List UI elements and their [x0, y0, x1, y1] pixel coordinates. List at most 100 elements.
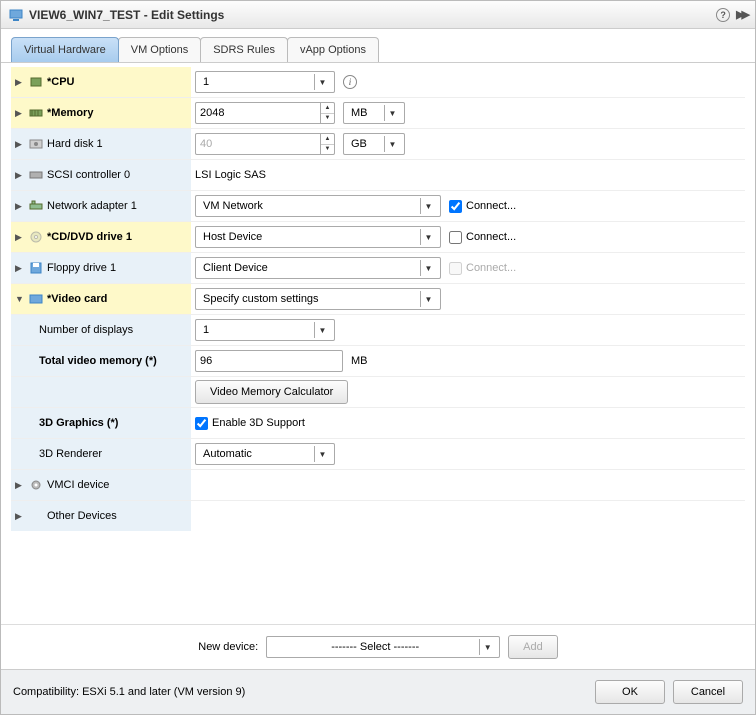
- tab-virtual-hardware[interactable]: Virtual Hardware: [11, 37, 119, 62]
- row-3dgraphics: 3D Graphics (*) Enable 3D Support: [11, 408, 745, 439]
- tab-sdrs-rules[interactable]: SDRS Rules: [200, 37, 288, 62]
- video-select[interactable]: Specify custom settings ▼: [195, 288, 441, 310]
- expander-vmci[interactable]: ▶: [15, 480, 25, 491]
- expander-scsi[interactable]: ▶: [15, 170, 25, 181]
- value-network: VM Network ▼ Connect...: [191, 195, 745, 217]
- spin-down-icon[interactable]: ▼: [321, 114, 334, 124]
- cancel-button[interactable]: Cancel: [673, 680, 743, 704]
- spin-up-icon[interactable]: ▲: [321, 134, 334, 145]
- expander-memory[interactable]: ▶: [15, 108, 25, 119]
- label-cpu: *CPU: [47, 76, 75, 88]
- harddisk-input[interactable]: [196, 136, 320, 152]
- label-harddisk-cell: ▶ Hard disk 1: [11, 129, 191, 159]
- row-other: ▶ Other Devices: [11, 501, 745, 531]
- label-other-cell: ▶ Other Devices: [11, 501, 191, 531]
- expander-network[interactable]: ▶: [15, 201, 25, 212]
- renderer-select[interactable]: Automatic ▼: [195, 443, 335, 465]
- harddisk-unit-select[interactable]: GB ▼: [343, 133, 405, 155]
- value-cddvd: Host Device ▼ Connect...: [191, 226, 745, 248]
- chevron-down-icon: ▼: [314, 322, 330, 338]
- add-button[interactable]: Add: [508, 635, 558, 659]
- spin-down-icon[interactable]: ▼: [321, 145, 334, 155]
- info-icon[interactable]: i: [343, 75, 357, 89]
- expander-harddisk[interactable]: ▶: [15, 139, 25, 150]
- expand-icon[interactable]: ▶▶: [736, 8, 747, 21]
- new-device-bar: New device: ------- Select ------- ▼ Add: [1, 624, 755, 669]
- settings-content: ▶ *CPU 1 ▼ i ▶ *Memory ▲: [1, 63, 755, 624]
- videomem-unit: MB: [351, 355, 368, 367]
- tabs: Virtual Hardware VM Options SDRS Rules v…: [1, 29, 755, 63]
- row-network: ▶ Network adapter 1 VM Network ▼ Connect…: [11, 191, 745, 222]
- tab-vm-options[interactable]: VM Options: [118, 37, 201, 62]
- footer-bar: Compatibility: ESXi 5.1 and later (VM ve…: [1, 669, 755, 714]
- expander-cpu[interactable]: ▶: [15, 77, 25, 88]
- row-calc: Video Memory Calculator: [11, 377, 745, 408]
- edit-settings-dialog: VIEW6_WIN7_TEST - Edit Settings ? ▶▶ Vir…: [0, 0, 756, 715]
- value-floppy: Client Device ▼ Connect...: [191, 257, 745, 279]
- cd-icon: [29, 231, 43, 243]
- video-icon: [29, 293, 43, 305]
- network-connect-input[interactable]: [449, 200, 462, 213]
- value-3dgraphics: Enable 3D Support: [191, 417, 745, 430]
- displays-select[interactable]: 1 ▼: [195, 319, 335, 341]
- label-cpu-cell: ▶ *CPU: [11, 67, 191, 97]
- row-videomem: Total video memory (*) MB: [11, 346, 745, 377]
- videomem-input[interactable]: [195, 350, 343, 372]
- chevron-down-icon: ▼: [384, 136, 400, 152]
- enable-3d-input[interactable]: [195, 417, 208, 430]
- ok-button[interactable]: OK: [595, 680, 665, 704]
- label-displays: Number of displays: [39, 324, 133, 336]
- label-harddisk: Hard disk 1: [47, 138, 103, 150]
- spin-up-icon[interactable]: ▲: [321, 103, 334, 114]
- network-select[interactable]: VM Network ▼: [195, 195, 441, 217]
- dialog-title: VIEW6_WIN7_TEST - Edit Settings: [29, 8, 224, 22]
- expander-floppy[interactable]: ▶: [15, 263, 25, 274]
- row-memory: ▶ *Memory ▲▼ MB ▼: [11, 98, 745, 129]
- memory-icon: [29, 107, 43, 119]
- label-scsi-cell: ▶ SCSI controller 0: [11, 160, 191, 190]
- label-calc-cell: [11, 377, 191, 407]
- cpu-select[interactable]: 1 ▼: [195, 71, 335, 93]
- new-device-select[interactable]: ------- Select ------- ▼: [266, 636, 500, 658]
- compatibility-label: Compatibility: ESXi 5.1 and later (VM ve…: [13, 686, 245, 698]
- memory-unit-select[interactable]: MB ▼: [343, 102, 405, 124]
- floppy-connect-input: [449, 262, 462, 275]
- help-icon[interactable]: ?: [716, 8, 730, 22]
- cddvd-connect-input[interactable]: [449, 231, 462, 244]
- chevron-down-icon: ▼: [314, 446, 330, 462]
- label-cddvd-cell: ▶ *CD/DVD drive 1: [11, 222, 191, 252]
- value-harddisk: ▲▼ GB ▼: [191, 133, 745, 155]
- expander-cddvd[interactable]: ▶: [15, 232, 25, 243]
- row-renderer: 3D Renderer Automatic ▼: [11, 439, 745, 470]
- label-videomem-cell: Total video memory (*): [11, 346, 191, 376]
- floppy-icon: [29, 262, 43, 274]
- value-videomem: MB: [191, 350, 745, 372]
- new-device-label: New device:: [198, 641, 258, 653]
- label-vmci: VMCI device: [47, 479, 109, 491]
- video-memory-calculator-button[interactable]: Video Memory Calculator: [195, 380, 348, 404]
- label-network: Network adapter 1: [47, 200, 137, 212]
- memory-input[interactable]: [196, 105, 320, 121]
- row-displays: Number of displays 1 ▼: [11, 315, 745, 346]
- expander-other[interactable]: ▶: [15, 511, 25, 522]
- harddisk-spinner[interactable]: ▲▼: [195, 133, 335, 155]
- chevron-down-icon: ▼: [420, 229, 436, 245]
- label-renderer: 3D Renderer: [39, 448, 102, 460]
- floppy-select[interactable]: Client Device ▼: [195, 257, 441, 279]
- scsi-value: LSI Logic SAS: [195, 169, 266, 181]
- memory-spinner[interactable]: ▲▼: [195, 102, 335, 124]
- expander-video[interactable]: ▼: [15, 294, 25, 304]
- row-cpu: ▶ *CPU 1 ▼ i: [11, 67, 745, 98]
- value-renderer: Automatic ▼: [191, 443, 745, 465]
- row-cddvd: ▶ *CD/DVD drive 1 Host Device ▼ Connect.…: [11, 222, 745, 253]
- cddvd-select[interactable]: Host Device ▼: [195, 226, 441, 248]
- label-floppy: Floppy drive 1: [47, 262, 116, 274]
- network-connect-checkbox[interactable]: Connect...: [449, 200, 516, 213]
- row-videocard: ▼ *Video card Specify custom settings ▼: [11, 284, 745, 315]
- label-videomem: Total video memory (*): [39, 355, 157, 367]
- enable-3d-checkbox[interactable]: Enable 3D Support: [195, 417, 305, 430]
- cpu-icon: [29, 76, 43, 88]
- tab-vapp-options[interactable]: vApp Options: [287, 37, 379, 62]
- value-displays: 1 ▼: [191, 319, 745, 341]
- cddvd-connect-checkbox[interactable]: Connect...: [449, 231, 516, 244]
